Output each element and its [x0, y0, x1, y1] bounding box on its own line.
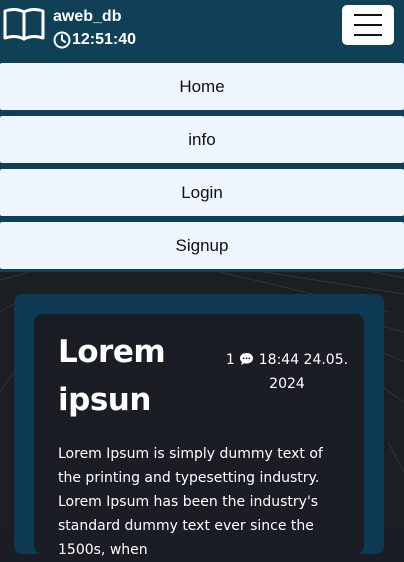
nav-item-login[interactable]: Login	[0, 169, 404, 216]
hamburger-menu-icon-line	[354, 24, 382, 26]
comment-count: 1	[225, 352, 235, 368]
clock-icon	[53, 31, 71, 49]
hamburger-menu-button[interactable]	[342, 5, 394, 45]
hamburger-menu-icon	[354, 14, 382, 16]
post-title[interactable]: Lorem ipsun	[58, 328, 208, 424]
clock-display: 12:51:40	[53, 30, 136, 50]
post-meta: 1 18:44 24.05. 2024	[222, 348, 352, 396]
brand-name[interactable]: aweb_db	[53, 7, 121, 27]
hamburger-menu-icon-line	[354, 34, 382, 36]
comment-icon[interactable]	[239, 352, 254, 366]
clock-time: 12:51:40	[72, 31, 137, 48]
nav-item-home[interactable]: Home	[0, 63, 404, 110]
nav-item-info[interactable]: info	[0, 116, 404, 163]
post-body: Lorem Ipsum is simply dummy text of the …	[58, 446, 323, 558]
book-icon[interactable]	[3, 7, 45, 41]
main-nav: Home info Login Signup	[0, 62, 404, 272]
top-header: aweb_db 12:51:40	[0, 0, 404, 62]
nav-item-signup[interactable]: Signup	[0, 222, 404, 269]
post-datetime: 18:44 24.05. 2024	[258, 352, 349, 392]
